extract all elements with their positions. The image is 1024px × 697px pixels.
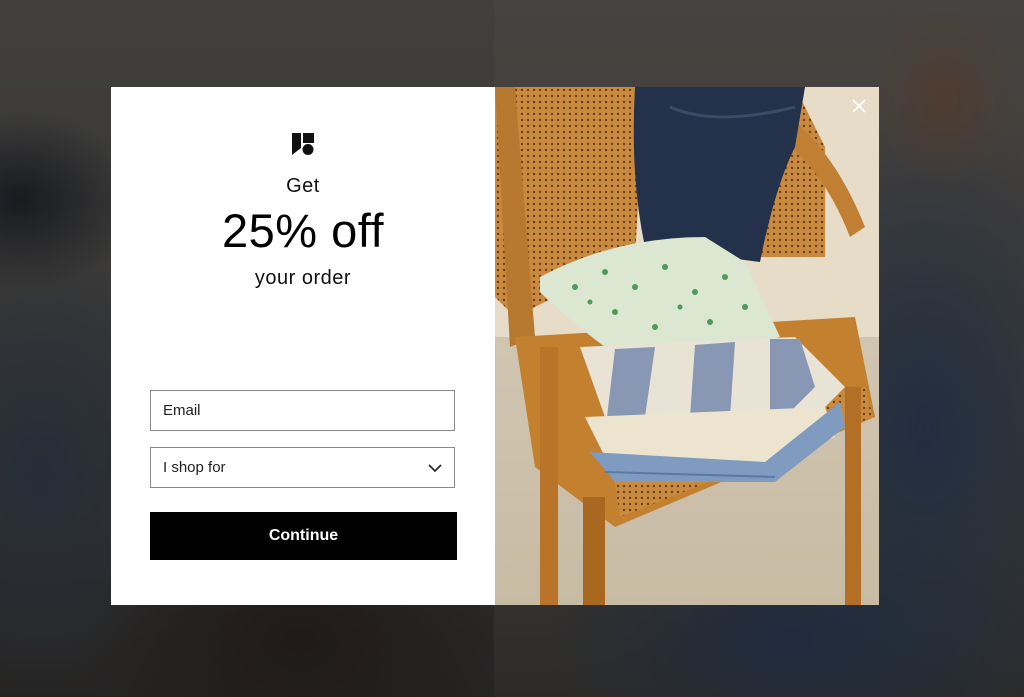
modal-form-panel: Get 25% off your order Email I shop for … <box>111 87 495 605</box>
shop-for-select[interactable]: I shop for <box>150 447 455 488</box>
close-icon[interactable] <box>851 98 867 114</box>
chevron-down-icon <box>428 463 442 472</box>
headline-your-order: your order <box>254 267 352 289</box>
clothes-on-chair-photo <box>495 87 879 605</box>
modal-product-photo <box>495 87 879 605</box>
headline-discount: 25% off <box>221 204 385 257</box>
shop-for-selected-value: I shop for <box>163 459 226 476</box>
brand-logo-icon <box>292 133 314 155</box>
email-field-placeholder: Email <box>163 402 201 419</box>
headline-get: Get <box>286 175 320 197</box>
discount-modal: Get 25% off your order Email I shop for … <box>111 87 879 605</box>
email-field[interactable]: Email <box>150 390 455 431</box>
continue-button[interactable]: Continue <box>150 512 457 560</box>
